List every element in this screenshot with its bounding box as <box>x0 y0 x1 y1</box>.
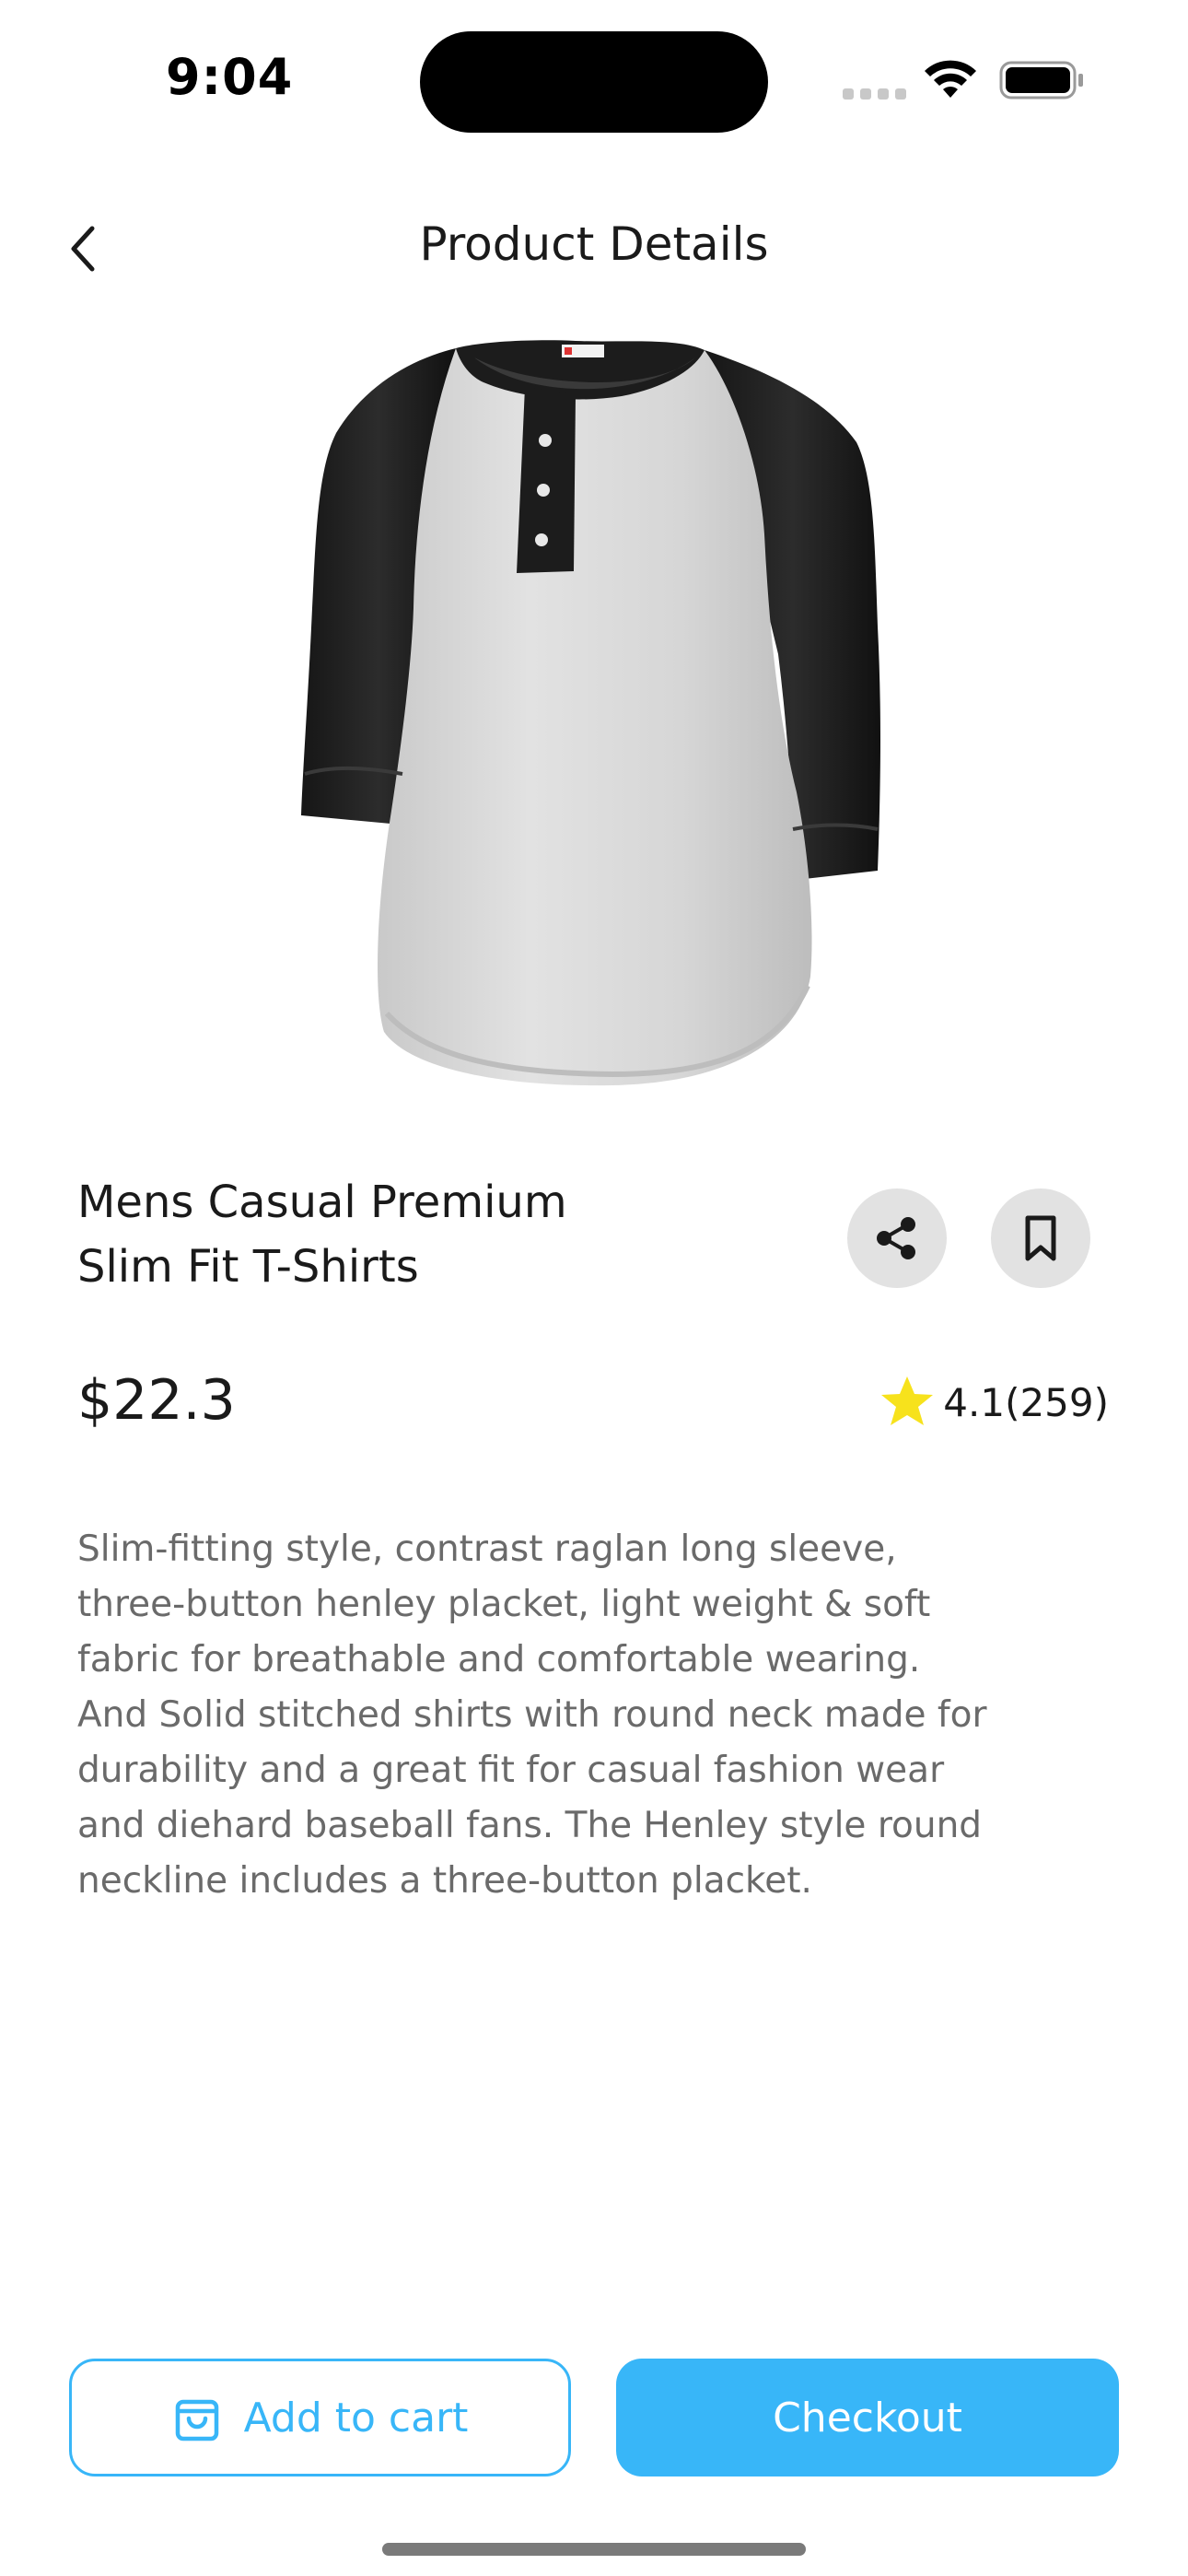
product-rating: 4.1 (259) <box>879 1373 1109 1432</box>
cellular-signal-icon <box>843 88 907 101</box>
star-icon <box>881 1376 934 1425</box>
add-to-cart-label: Add to cart <box>243 2394 469 2441</box>
product-image <box>301 340 880 1086</box>
description-line: fabric for breathable and comfortable we… <box>77 1639 921 1680</box>
share-icon <box>877 1217 915 1259</box>
product-name-line: Slim Fit T-Shirts <box>77 1241 419 1293</box>
description-line: and diehard baseball fans. The Henley st… <box>77 1805 983 1846</box>
product-name: Mens Casual Premium Slim Fit T-Shirts <box>77 1170 722 1299</box>
status-time: 9:04 <box>166 48 294 106</box>
shopping-bag-icon <box>175 2399 218 2441</box>
product-name-line: Mens Casual Premium <box>77 1177 567 1228</box>
description-line: Slim-fitting style, contrast raglan long… <box>77 1528 897 1570</box>
status-bar: 9:04 <box>0 0 1188 157</box>
product-price: $22.3 <box>77 1368 236 1433</box>
bookmark-icon <box>1025 1215 1056 1261</box>
product-description: Slim-fitting style, contrast raglan long… <box>77 1522 1136 1909</box>
bookmark-button[interactable] <box>991 1188 1090 1288</box>
description-line: And Solid stitched shirts with round nec… <box>77 1694 987 1736</box>
dynamic-island <box>420 31 768 133</box>
nav-header: Product Details <box>0 184 1188 304</box>
review-count: (259) <box>1005 1379 1109 1425</box>
description-line: three-button henley placket, light weigh… <box>77 1584 931 1625</box>
description-line: neckline includes a three-button placket… <box>77 1860 812 1902</box>
rating-value: 4.1 <box>943 1379 1006 1425</box>
add-to-cart-button[interactable]: Add to cart <box>69 2359 571 2476</box>
description-line: durability and a great fit for casual fa… <box>77 1750 945 1791</box>
share-button[interactable] <box>847 1188 947 1288</box>
page-title: Product Details <box>419 217 769 271</box>
checkout-label: Checkout <box>773 2394 962 2441</box>
battery-icon <box>999 61 1083 100</box>
checkout-button[interactable]: Checkout <box>616 2359 1119 2476</box>
wifi-icon <box>925 60 976 98</box>
home-indicator[interactable] <box>382 2543 806 2556</box>
